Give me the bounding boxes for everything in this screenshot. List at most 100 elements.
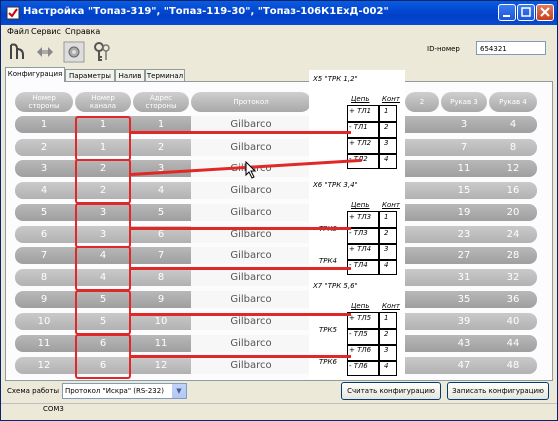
window-title: Настройка "Топаз-319", "Топаз-119-30", "…: [23, 6, 389, 17]
cell-address[interactable]: 8: [133, 269, 189, 286]
cell-protocol[interactable]: Gilbarco: [191, 204, 311, 221]
cell-hose-4[interactable]: 28: [489, 247, 537, 264]
cell-side[interactable]: 10: [15, 313, 73, 330]
close-icon: [540, 7, 550, 17]
cell-hose-4[interactable]: 40: [489, 313, 537, 330]
wire-line-3: [131, 227, 351, 230]
cell-hose-2[interactable]: [405, 357, 439, 374]
cell-hose-2[interactable]: [405, 116, 439, 133]
cell-protocol[interactable]: Gilbarco: [191, 269, 311, 286]
cell-hose-3[interactable]: 3: [441, 116, 487, 133]
keys-icon[interactable]: [91, 41, 113, 63]
cell-hose-3[interactable]: 31: [441, 269, 487, 286]
cell-address[interactable]: 5: [133, 204, 189, 221]
cell-hose-2[interactable]: [405, 204, 439, 221]
cell-hose-4[interactable]: 36: [489, 291, 537, 308]
scheme-select[interactable]: Протокол "Искра" (RS-232) ▼: [62, 383, 187, 399]
connector-contact: 4: [384, 155, 389, 163]
cell-address[interactable]: 4: [133, 182, 189, 199]
cell-hose-2[interactable]: [405, 335, 439, 352]
channel-highlight-2: [75, 159, 131, 204]
cell-hose-2[interactable]: [405, 291, 439, 308]
id-label: ID-номер: [427, 45, 460, 53]
pump-label: ТРК4: [319, 257, 337, 265]
cell-side[interactable]: 6: [15, 226, 73, 243]
tab-terminal[interactable]: Терминал: [145, 69, 185, 81]
cell-hose-3[interactable]: 19: [441, 204, 487, 221]
tab-configuration[interactable]: Конфигурация: [5, 67, 65, 82]
app-icon: [6, 6, 20, 20]
cell-hose-4[interactable]: 16: [489, 182, 537, 199]
close-button[interactable]: [536, 4, 554, 21]
cell-hose-3[interactable]: 7: [441, 139, 487, 156]
cell-hose-2[interactable]: [405, 226, 439, 243]
cell-hose-2[interactable]: [405, 269, 439, 286]
cell-address[interactable]: 7: [133, 247, 189, 264]
cell-hose-4[interactable]: 48: [489, 357, 537, 374]
cell-protocol[interactable]: Gilbarco: [191, 335, 311, 352]
connector-circuit: + ТЛ4: [349, 245, 372, 253]
cell-hose-3[interactable]: 15: [441, 182, 487, 199]
cell-protocol[interactable]: Gilbarco: [191, 247, 311, 264]
cell-address[interactable]: 12: [133, 357, 189, 374]
cell-hose-2[interactable]: [405, 139, 439, 156]
cell-address[interactable]: 9: [133, 291, 189, 308]
cell-hose-3[interactable]: 27: [441, 247, 487, 264]
cell-hose-2[interactable]: [405, 160, 439, 177]
cell-address[interactable]: 11: [133, 335, 189, 352]
connector-circuit: - ТЛ5: [349, 330, 368, 338]
cell-hose-3[interactable]: 47: [441, 357, 487, 374]
connector-contact: 2: [384, 229, 389, 237]
maximize-icon: [521, 7, 531, 17]
chevron-down-icon[interactable]: ▼: [171, 384, 186, 398]
maximize-button[interactable]: [517, 4, 535, 21]
cell-side[interactable]: 8: [15, 269, 73, 286]
cell-hose-2[interactable]: [405, 247, 439, 264]
status-port: COM3: [43, 405, 64, 413]
connector-contact: 2: [384, 330, 389, 338]
cell-protocol[interactable]: Gilbarco: [191, 291, 311, 308]
cell-hose-3[interactable]: 23: [441, 226, 487, 243]
cell-side[interactable]: 1: [15, 116, 73, 133]
menu-service[interactable]: Сервис: [31, 27, 61, 36]
cell-hose-4[interactable]: 8: [489, 139, 537, 156]
cell-side[interactable]: 7: [15, 247, 73, 264]
cell-hose-4[interactable]: 24: [489, 226, 537, 243]
read-config-button[interactable]: Считать конфигурацию: [341, 382, 441, 400]
cell-side[interactable]: 11: [15, 335, 73, 352]
connector-circuit: + ТЛ1: [349, 107, 372, 115]
write-config-button[interactable]: Записать конфигурацию: [447, 382, 549, 400]
pump-label: ТРК5: [319, 326, 337, 334]
cell-hose-3[interactable]: 39: [441, 313, 487, 330]
id-number-field[interactable]: 654321: [476, 41, 546, 55]
cell-hose-4[interactable]: 20: [489, 204, 537, 221]
cell-address[interactable]: 2: [133, 139, 189, 156]
cell-side[interactable]: 12: [15, 357, 73, 374]
minimize-button[interactable]: [498, 4, 516, 21]
cell-hose-4[interactable]: 32: [489, 269, 537, 286]
cell-protocol[interactable]: Gilbarco: [191, 357, 311, 374]
cell-hose-4[interactable]: 4: [489, 116, 537, 133]
settings-icon[interactable]: [63, 41, 85, 63]
cell-side[interactable]: 3: [15, 160, 73, 177]
menu-file[interactable]: Файл: [7, 27, 29, 36]
cell-hose-2[interactable]: [405, 182, 439, 199]
cell-protocol[interactable]: Gilbarco: [191, 139, 311, 156]
tab-filling[interactable]: Налив: [115, 69, 145, 81]
exchange-icon[interactable]: [34, 41, 56, 63]
cell-protocol[interactable]: Gilbarco: [191, 182, 311, 199]
cell-hose-3[interactable]: 11: [441, 160, 487, 177]
cell-side[interactable]: 9: [15, 291, 73, 308]
cell-hose-4[interactable]: 44: [489, 335, 537, 352]
connector-title: X7 "ТРК 5,6": [313, 282, 358, 290]
cell-hose-3[interactable]: 35: [441, 291, 487, 308]
cell-hose-2[interactable]: [405, 313, 439, 330]
cell-side[interactable]: 4: [15, 182, 73, 199]
cell-side[interactable]: 2: [15, 139, 73, 156]
cell-hose-3[interactable]: 43: [441, 335, 487, 352]
tab-parameters[interactable]: Параметры: [65, 69, 115, 81]
cell-side[interactable]: 5: [15, 204, 73, 221]
fuel-pump-icon[interactable]: [7, 41, 29, 63]
menu-help[interactable]: Справка: [65, 27, 100, 36]
cell-hose-4[interactable]: 12: [489, 160, 537, 177]
